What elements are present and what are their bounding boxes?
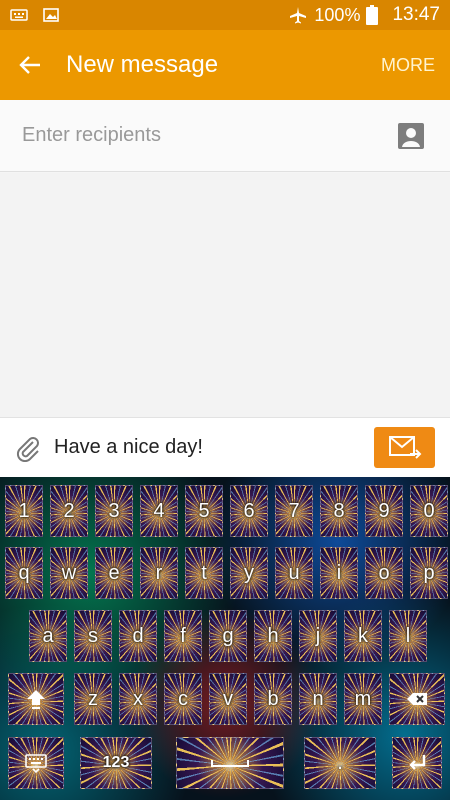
key-6[interactable]: 6 <box>230 485 268 537</box>
key-7[interactable]: 7 <box>275 485 313 537</box>
attach-icon[interactable] <box>14 434 42 462</box>
status-bar: 100% 13:47 <box>0 0 450 30</box>
page-title: New message <box>66 51 219 78</box>
key-0[interactable]: 0 <box>410 485 448 537</box>
contact-picker-icon[interactable] <box>398 123 424 149</box>
key-k[interactable]: k <box>344 610 382 662</box>
key-z[interactable]: z <box>74 673 112 725</box>
keyboard-row-zxcv: z x c v b n m <box>0 673 450 727</box>
key-o[interactable]: o <box>365 547 403 599</box>
shift-icon <box>27 690 45 709</box>
keyboard-row-bottom: 123 . <box>0 737 450 791</box>
key-u[interactable]: u <box>275 547 313 599</box>
key-y[interactable]: y <box>230 547 268 599</box>
space-bar-icon <box>211 760 249 767</box>
back-arrow-icon <box>19 56 40 74</box>
recipients-bar <box>0 100 450 172</box>
key-m[interactable]: m <box>344 673 382 725</box>
key-n[interactable]: n <box>299 673 337 725</box>
key-1[interactable]: 1 <box>5 485 43 537</box>
keyboard-row-qwerty: q w e r t y u i o p <box>0 547 450 601</box>
key-5[interactable]: 5 <box>185 485 223 537</box>
send-mail-icon <box>388 435 421 459</box>
key-h[interactable]: h <box>254 610 292 662</box>
recipients-input[interactable] <box>20 123 364 148</box>
key-w[interactable]: w <box>50 547 88 599</box>
keyboard-row-asdf: a s d f g h j k l <box>0 610 450 664</box>
key-4[interactable]: 4 <box>140 485 178 537</box>
shift-key[interactable] <box>8 673 64 725</box>
keyboard: 1 2 3 4 5 6 7 8 9 0 q w e r t y u i o p … <box>0 477 450 800</box>
key-x[interactable]: x <box>119 673 157 725</box>
key-s[interactable]: s <box>74 610 112 662</box>
keyboard-notification-icon <box>10 9 28 21</box>
clock: 13:47 <box>392 4 440 25</box>
key-i[interactable]: i <box>320 547 358 599</box>
space-key[interactable] <box>176 737 284 789</box>
key-a[interactable]: a <box>29 610 67 662</box>
key-q[interactable]: q <box>5 547 43 599</box>
send-button[interactable] <box>374 427 435 468</box>
numbers-key[interactable]: 123 <box>80 737 152 789</box>
backspace-key[interactable] <box>389 673 445 725</box>
keyboard-row-numbers: 1 2 3 4 5 6 7 8 9 0 <box>0 485 450 539</box>
key-e[interactable]: e <box>95 547 133 599</box>
more-button[interactable]: MORE <box>381 55 435 76</box>
keyboard-settings-key[interactable] <box>8 737 64 789</box>
app-bar: New message MORE <box>0 30 450 100</box>
message-input[interactable]: Have a nice day! <box>54 436 203 459</box>
key-g[interactable]: g <box>209 610 247 662</box>
enter-icon <box>409 755 426 770</box>
key-3[interactable]: 3 <box>95 485 133 537</box>
image-notification-icon <box>43 8 59 22</box>
key-p[interactable]: p <box>410 547 448 599</box>
key-f[interactable]: f <box>164 610 202 662</box>
key-t[interactable]: t <box>185 547 223 599</box>
back-button[interactable] <box>0 30 60 100</box>
key-b[interactable]: b <box>254 673 292 725</box>
key-c[interactable]: c <box>164 673 202 725</box>
key-2[interactable]: 2 <box>50 485 88 537</box>
battery-percent: 100% <box>314 4 361 25</box>
key-8[interactable]: 8 <box>320 485 358 537</box>
key-d[interactable]: d <box>119 610 157 662</box>
key-l[interactable]: l <box>389 610 427 662</box>
key-v[interactable]: v <box>209 673 247 725</box>
backspace-icon <box>407 693 427 705</box>
key-9[interactable]: 9 <box>365 485 403 537</box>
key-j[interactable]: j <box>299 610 337 662</box>
airplane-mode-icon <box>290 7 307 24</box>
compose-bar: Have a nice day! <box>0 417 450 477</box>
keyboard-icon <box>25 754 47 774</box>
message-thread-area <box>0 173 450 417</box>
enter-key[interactable] <box>392 737 442 789</box>
battery-icon <box>366 5 379 25</box>
key-r[interactable]: r <box>140 547 178 599</box>
period-key[interactable]: . <box>304 737 376 789</box>
